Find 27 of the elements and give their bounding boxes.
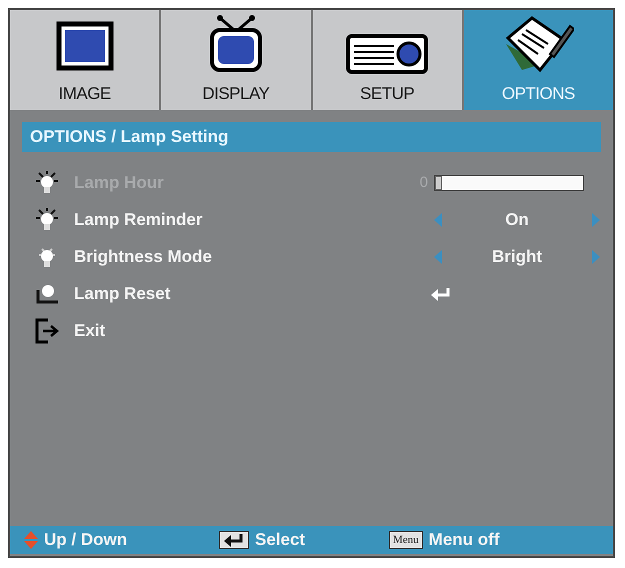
option-value: On <box>504 210 530 230</box>
enter-icon <box>430 286 452 300</box>
tv-icon <box>208 14 264 74</box>
menu-tab[interactable]: SETUP <box>312 10 464 110</box>
right-arrow-icon <box>592 250 600 264</box>
menu-tab[interactable]: OPTIONS <box>464 10 613 110</box>
lightbulb-icon <box>34 170 60 194</box>
menu-item[interactable]: Exit <box>74 320 404 340</box>
footer-hint: Select <box>255 530 306 550</box>
menu-tab[interactable]: IMAGE <box>10 10 162 110</box>
enter-glyph-icon <box>223 533 245 547</box>
section-header: OPTIONS / Lamp Setting <box>22 122 601 152</box>
menu-item[interactable]: Brightness Mode <box>74 246 404 266</box>
left-arrow-icon <box>434 250 442 264</box>
menu-key: Menu <box>389 531 423 549</box>
footer-hint: Menu off <box>428 530 500 550</box>
menu-item[interactable]: Lamp Reset <box>74 284 404 304</box>
left-arrow-icon <box>434 212 442 226</box>
menu-tab[interactable]: DISPLAY <box>161 10 312 110</box>
footer-hint: Up / Down <box>44 530 128 550</box>
projector-icon <box>346 34 428 74</box>
option-value: Bright <box>490 246 544 266</box>
right-arrow-icon <box>592 212 600 226</box>
up-down-arrows-icon <box>24 531 38 549</box>
exit-icon <box>34 318 60 344</box>
menu-item[interactable]: Lamp Reminder <box>74 210 404 230</box>
lightbulb-icon <box>34 208 60 232</box>
